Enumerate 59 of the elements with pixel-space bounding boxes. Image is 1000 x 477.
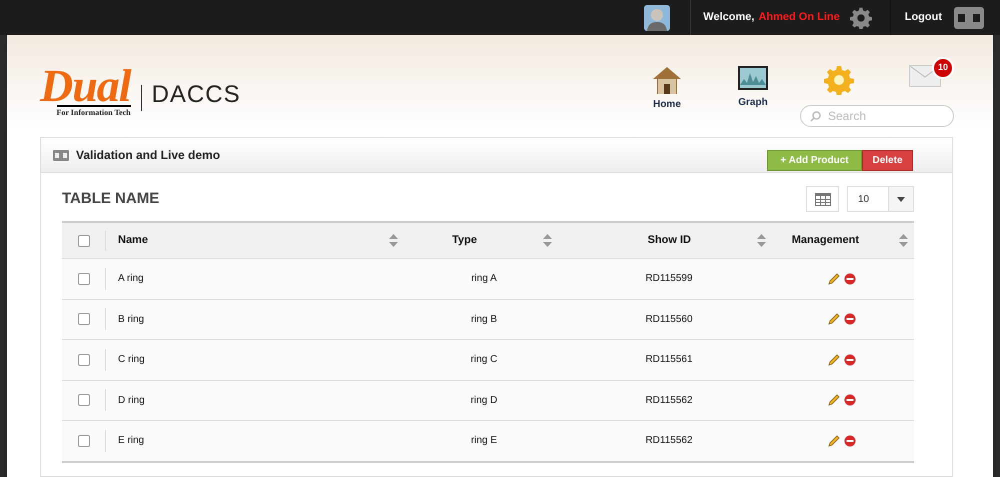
notification-badge: 10 [932,57,954,79]
house-icon [651,65,683,95]
column-toggle-button[interactable] [806,186,839,212]
welcome-text: Welcome, [703,10,754,26]
column-header: Show ID [648,233,691,248]
table-cell-text: RD115561 [644,353,694,368]
logo-brand: Dual [40,67,131,105]
checkbox[interactable] [78,434,90,447]
table-cell-text: ring A [470,272,498,286]
panel-title: Validation and Live demo [76,147,220,164]
table-cell-text: C ring [117,353,146,368]
remove-icon[interactable] [844,434,856,447]
table-cell-text: ring E [470,434,498,448]
delete-button[interactable]: Delete [862,150,913,171]
nav-label[interactable]: Graph [738,95,768,110]
table-icon [814,192,830,206]
table-cell-text: RD115599 [644,272,694,286]
table-title: TABLE NAME [62,188,160,209]
remove-icon[interactable] [844,272,856,285]
dropdown-icon [897,196,905,202]
logo-product: DACCS [152,80,241,110]
checkbox[interactable] [78,272,90,285]
table-cell-text: E ring [117,434,146,448]
remove-icon[interactable] [844,394,856,406]
user-name[interactable]: Ahmed On Line [758,9,840,26]
pencil-icon[interactable] [828,394,840,406]
table-cell-text: B ring [117,312,146,327]
table-cell-text: RD115562 [644,394,694,408]
search-field[interactable]: Search [800,105,954,127]
checkbox[interactable] [78,394,90,406]
page-size-select[interactable]: 10 [847,186,914,212]
table-cell-text: ring B [470,312,498,327]
pencil-icon[interactable] [828,354,840,366]
search-icon [810,111,821,122]
panel-icon [53,150,69,160]
checkbox[interactable] [78,234,90,246]
pencil-icon[interactable] [828,272,840,285]
nav-label[interactable]: Home [653,97,681,112]
settings-icon[interactable] [850,6,872,28]
logout-link[interactable]: Logout [904,9,942,26]
remove-icon[interactable] [844,354,856,366]
pencil-icon[interactable] [828,313,840,326]
table-cell-text: RD115560 [644,312,694,327]
column-header: Name [118,233,148,248]
table-cell-text: ring D [470,394,498,408]
logout-icon[interactable] [954,6,984,28]
column-header: Management [792,233,859,248]
remove-icon[interactable] [844,313,856,326]
avatar-icon [644,4,670,30]
pencil-icon[interactable] [828,434,840,447]
checkbox[interactable] [78,354,90,366]
table-cell-text: RD115562 [644,434,694,448]
table-cell-text: A ring [117,272,145,286]
logo-tagline: For Information Tech [56,105,131,119]
table-cell-text: ring C [470,353,498,368]
checkbox[interactable] [78,313,90,326]
table-cell-text: D ring [117,394,146,408]
monitor-icon [737,65,769,93]
column-header: Type [452,233,477,248]
